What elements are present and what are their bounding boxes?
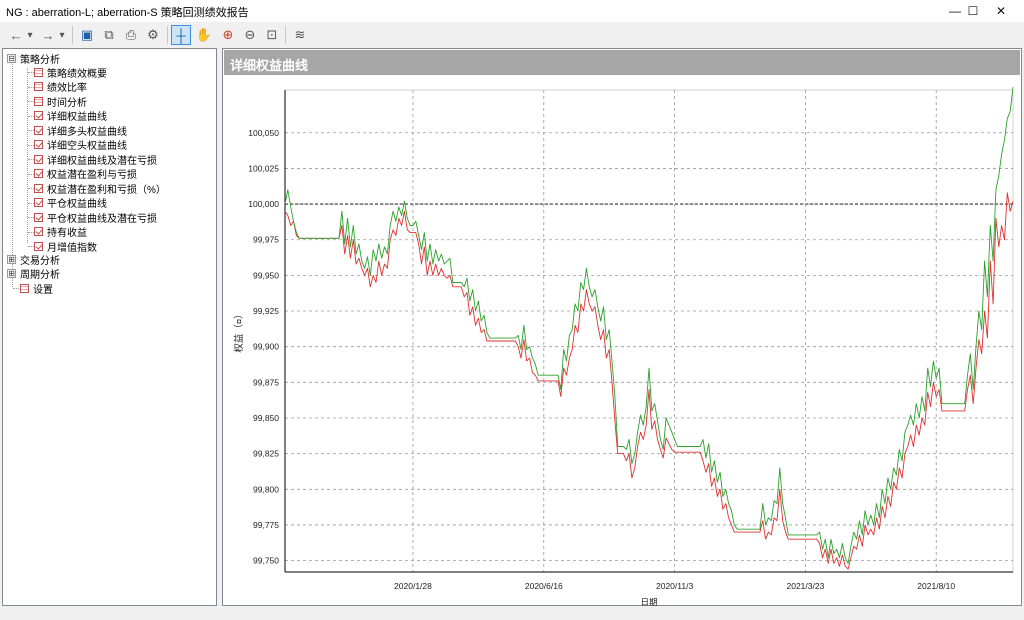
y-tick-label: 100,050 [248, 128, 279, 138]
tree-item-label: 平仓权益曲线及潜在亏损 [47, 213, 157, 225]
tree-item-label: 绩效比率 [47, 83, 87, 94]
tree-item[interactable]: 详细权益曲线及潜在亏损 [34, 152, 157, 167]
tree-item-label: 持有收益 [47, 228, 87, 239]
navigation-tree: ⊟ 策略分析 策略绩效概要 绩效比率时间分析 详细权益曲线详细多头权益曲线 详细空头权… [2, 48, 217, 606]
y-tick-label: 99,925 [253, 306, 279, 316]
save-icon[interactable]: ▣ [77, 25, 97, 45]
x-tick-label: 2021/3/23 [786, 581, 824, 591]
tree-item[interactable]: 平仓权益曲线及潜在亏损 [34, 210, 157, 225]
print-icon[interactable]: ⎙ [121, 25, 141, 45]
chart-style-icon[interactable]: ≋ [290, 25, 310, 45]
back-dropdown-icon[interactable]: ▾ [24, 25, 36, 45]
chart-header-title: 详细权益曲线 [230, 58, 309, 73]
report-grid-icon [34, 67, 43, 77]
tree-node-period-analysis[interactable]: ⊞ 周期分析 [7, 266, 60, 281]
chart-report-icon [34, 169, 43, 178]
tree-item[interactable]: 时间分析 [34, 94, 87, 109]
y-tick-label: 99,750 [253, 556, 279, 566]
tree-item-label: 时间分析 [47, 97, 87, 109]
hand-icon[interactable]: ✋ [194, 25, 214, 45]
tree-node-label: 交易分析 [20, 255, 60, 267]
tree-item-label: 详细权益曲线及潜在亏损 [47, 155, 157, 167]
chart-report-icon [34, 111, 43, 120]
chart-panel: 详细权益曲线 99,750 99,775 99,800 99,825 99,850 99,… [222, 48, 1022, 606]
y-tick-label: 99,950 [253, 270, 279, 280]
toolbar-separator [167, 26, 168, 44]
tree-node-settings[interactable]: 设置 [20, 281, 53, 296]
y-tick-label: 99,900 [253, 342, 279, 352]
chart-header: 详细权益曲线 [224, 50, 1020, 75]
series-line [284, 192, 1014, 570]
chart-report-icon [34, 154, 43, 164]
tree-item[interactable]: 详细权益曲线 [34, 108, 107, 123]
chart-report-icon [34, 241, 43, 251]
series-line [284, 87, 1014, 564]
zoom-out-icon[interactable]: ⊖ [240, 25, 260, 45]
window-title: NG : aberration-L; aberration-S 策略回测绩效报告 [6, 7, 249, 19]
expand-icon[interactable]: ⊞ [7, 268, 16, 278]
tree-node-label: 周期分析 [20, 269, 60, 281]
tree-item-label: 策略绩效概要 [47, 68, 107, 80]
collapse-icon[interactable]: ⊟ [7, 53, 16, 63]
tree-node-trade-analysis[interactable]: ⊞ 交易分析 [7, 252, 60, 267]
toolbar-separator [285, 26, 286, 44]
report-grid-icon [20, 283, 29, 293]
forward-arrow-icon[interactable]: → [38, 25, 58, 45]
tree-node-label: 设置 [33, 284, 53, 296]
title-bar: NG : aberration-L; aberration-S 策略回测绩效报告… [0, 0, 1024, 22]
tree-item-label: 平仓权益曲线 [47, 199, 107, 210]
x-tick-label: 2020/1/28 [394, 581, 432, 591]
crosshair-icon[interactable]: ┼ [171, 25, 191, 45]
tree-item-label: 权益潜在盈利与亏损 [47, 170, 137, 181]
tree-item-label: 详细权益曲线 [47, 108, 107, 123]
tree-item-label: 权益潜在盈利和亏损（%） [47, 184, 166, 196]
tree-item-label: 详细多头权益曲线 [47, 126, 127, 138]
toolbar-separator [72, 26, 73, 44]
close-button[interactable]: ✕ [978, 0, 1024, 22]
y-tick-label: 100,025 [248, 163, 279, 173]
y-tick-label: 99,975 [253, 235, 279, 245]
toolbar: ← ▾ → ▾ ▣ ⧉ ⎙ ⚙ ┼ ✋ ⊕ ⊖ ⊡ ≋ [0, 22, 1024, 48]
tree-item[interactable]: 详细多头权益曲线 [34, 123, 127, 138]
chart-report-icon [34, 227, 43, 236]
tree-item[interactable]: 持有收益 [34, 225, 87, 239]
chart-report-icon [34, 125, 43, 135]
tree-node-label: 策略分析 [20, 54, 60, 66]
y-tick-label: 99,825 [253, 449, 279, 459]
y-tick-label: 99,875 [253, 377, 279, 387]
tree-node-strategy-analysis[interactable]: ⊟ 策略分析 [7, 51, 60, 66]
x-tick-label: 2020/6/16 [525, 581, 563, 591]
tree-item[interactable]: 详细空头权益曲线 [34, 138, 127, 152]
y-tick-label: 100,000 [248, 199, 279, 209]
back-arrow-icon[interactable]: ← [6, 25, 26, 45]
copy-icon[interactable]: ⧉ [99, 25, 119, 45]
chart-report-icon [34, 198, 43, 207]
plot-area [284, 89, 1014, 573]
chart-report-icon [34, 212, 43, 222]
chart-report-icon [34, 183, 43, 193]
x-tick-label: 2020/11/3 [656, 581, 693, 591]
y-tick-label: 99,775 [253, 520, 279, 530]
report-grid-icon [34, 96, 43, 106]
tree-item[interactable]: 策略绩效概要 [34, 65, 107, 80]
x-axis-label: 日期 [640, 597, 657, 606]
zoom-fit-icon[interactable]: ⊡ [262, 25, 282, 45]
tree-item[interactable]: 平仓权益曲线 [34, 196, 107, 210]
expand-icon[interactable]: ⊞ [7, 254, 16, 264]
y-tick-label: 99,800 [253, 484, 279, 494]
equity-chart[interactable]: 99,750 99,775 99,800 99,825 99,850 99,875 99,9… [223, 76, 1021, 606]
tree-item[interactable]: 绩效比率 [34, 80, 87, 94]
tree-item-label: 详细空头权益曲线 [47, 141, 127, 152]
x-tick-label: 2021/8/10 [917, 581, 955, 591]
zoom-in-icon[interactable]: ⊕ [218, 25, 238, 45]
chart-report-icon [34, 140, 43, 149]
y-axis-label: 权益（¤） [233, 309, 245, 352]
settings-icon[interactable]: ⚙ [143, 25, 163, 45]
forward-dropdown-icon[interactable]: ▾ [56, 25, 68, 45]
tree-item[interactable]: 权益潜在盈利和亏损（%） [34, 181, 166, 196]
tree-item[interactable]: 权益潜在盈利与亏损 [34, 167, 137, 181]
y-tick-label: 99,850 [253, 413, 279, 423]
report-grid-icon [34, 82, 43, 91]
